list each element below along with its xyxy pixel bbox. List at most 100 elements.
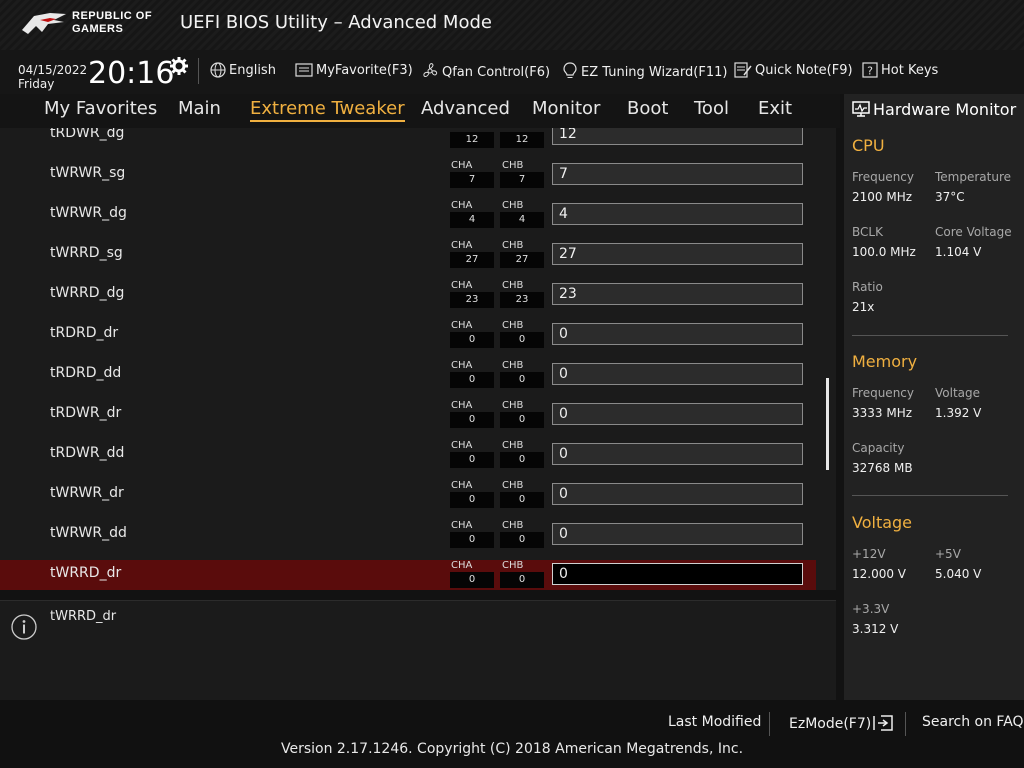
hot-keys-button[interactable]: ? Hot Keys (862, 62, 938, 78)
logo-line-2: GAMERS (72, 23, 124, 35)
chb-value: 0 (500, 332, 544, 348)
chb-label: CHB (502, 440, 524, 451)
timing-value-input[interactable]: 0 (552, 563, 803, 585)
timing-row[interactable]: tWRWR_dd CHA CHB 0 0 0 (0, 520, 816, 550)
chb-value: 27 (500, 252, 544, 268)
chb-value: 0 (500, 572, 544, 588)
section-divider (852, 335, 1008, 336)
search-faq-button[interactable]: Search on FAQ (922, 714, 1024, 730)
tab-monitor[interactable]: Monitor (532, 98, 600, 119)
language-selector[interactable]: English (210, 62, 276, 78)
timing-row[interactable]: tWRWR_sg CHA CHB 7 7 7 (0, 160, 816, 190)
v5-value: 5.040 V (935, 567, 982, 581)
cpu-frequency-label: Frequency (852, 170, 914, 184)
my-favorite-label: MyFavorite(F3) (316, 63, 413, 78)
cha-value: 0 (450, 412, 494, 428)
my-favorite-button[interactable]: MyFavorite(F3) (295, 62, 413, 78)
gear-icon[interactable] (170, 57, 188, 75)
chb-value: 7 (500, 172, 544, 188)
cha-label: CHA (451, 440, 473, 451)
tab-exit[interactable]: Exit (758, 98, 792, 119)
divider (905, 712, 906, 736)
timing-name: tWRWR_dg (50, 205, 127, 221)
cpu-frequency-value: 2100 MHz (852, 190, 913, 204)
timing-row[interactable]: tWRWR_dg CHA CHB 4 4 4 (0, 200, 816, 230)
chb-value: 12 (500, 132, 544, 148)
timing-value-input[interactable]: 0 (552, 403, 803, 425)
monitor-icon (852, 101, 870, 117)
timing-value-input[interactable]: 4 (552, 203, 803, 225)
qfan-control-button[interactable]: Qfan Control(F6) (421, 62, 550, 80)
timing-value-input[interactable]: 12 (552, 128, 803, 145)
timing-value-input[interactable]: 0 (552, 323, 803, 345)
hardware-monitor-title-text: Hardware Monitor (873, 100, 1017, 119)
cha-value: 12 (450, 132, 494, 148)
memory-voltage-label: Voltage (935, 386, 981, 400)
cha-value: 0 (450, 372, 494, 388)
tab-tool[interactable]: Tool (694, 98, 729, 119)
chb-label: CHB (502, 480, 524, 491)
timing-row[interactable]: tWRWR_dr CHA CHB 0 0 0 (0, 480, 816, 510)
timing-value-input[interactable]: 0 (552, 523, 803, 545)
tab-extreme-tweaker[interactable]: Extreme Tweaker (250, 98, 405, 122)
chb-label: CHB (502, 400, 524, 411)
timing-row[interactable]: tWRRD_sg CHA CHB 27 27 27 (0, 240, 816, 270)
rog-eye-icon (22, 13, 66, 34)
tab-advanced[interactable]: Advanced (421, 98, 510, 119)
memory-capacity-value: 32768 MB (852, 461, 913, 475)
logo-line-1: REPUBLIC OF (72, 10, 153, 22)
timing-row[interactable]: tRDWR_dd CHA CHB 0 0 0 (0, 440, 816, 470)
timing-value-input[interactable]: 7 (552, 163, 803, 185)
cha-label: CHA (451, 280, 473, 291)
ez-tuning-wizard-button[interactable]: EZ Tuning Wizard(F11) (562, 62, 727, 80)
timing-row[interactable]: tRDWR_dgCHACHB121212 (0, 128, 816, 150)
cha-label: CHA (451, 160, 473, 171)
globe-icon (210, 62, 226, 78)
last-modified-button[interactable]: Last Modified (668, 714, 761, 730)
tab-main[interactable]: Main (178, 98, 221, 119)
timing-row[interactable]: tWRRD_dg CHA CHB 23 23 23 (0, 280, 816, 310)
timing-row[interactable]: tRDRD_dd CHA CHB 0 0 0 (0, 360, 816, 390)
cha-label: CHA (451, 400, 473, 411)
timing-name: tRDRD_dd (50, 365, 122, 381)
cha-value: 4 (450, 212, 494, 228)
bclk-label: BCLK (852, 225, 883, 239)
cpu-heading: CPU (852, 136, 885, 155)
scrollbar-thumb[interactable] (826, 378, 829, 470)
cpu-temperature-value: 37°C (935, 190, 965, 204)
divider (769, 712, 770, 736)
quick-note-button[interactable]: Quick Note(F9) (734, 62, 853, 78)
timing-row[interactable]: tRDRD_dr CHA CHB 0 0 0 (0, 320, 816, 350)
timing-value-input[interactable]: 0 (552, 483, 803, 505)
tab-my-favorites[interactable]: My Favorites (44, 98, 157, 119)
timing-name: tWRWR_sg (50, 165, 126, 181)
rog-logo: REPUBLIC OF GAMERS (20, 8, 170, 40)
timing-value-input[interactable]: 27 (552, 243, 803, 265)
timing-value-input[interactable]: 0 (552, 363, 803, 385)
cha-label: CHA (451, 128, 472, 131)
timing-row[interactable]: tWRRD_dr CHA CHB 0 0 0 (0, 560, 816, 590)
ratio-label: Ratio (852, 280, 883, 294)
core-voltage-value: 1.104 V (935, 245, 982, 259)
timing-name: tWRRD_dr (50, 565, 122, 581)
timing-name: tRDRD_dr (50, 325, 119, 341)
chb-value: 23 (500, 292, 544, 308)
ezmode-label: EzMode(F7) (789, 716, 872, 732)
info-icon (11, 614, 37, 640)
ezmode-button[interactable]: EzMode(F7) (789, 714, 894, 732)
exit-arrow-icon (873, 715, 893, 731)
quick-note-label: Quick Note(F9) (755, 63, 853, 78)
timing-name: tRDWR_dg (50, 128, 125, 141)
timing-value-input[interactable]: 23 (552, 283, 803, 305)
date-label: 04/15/2022 (18, 63, 88, 77)
timing-value-input[interactable]: 0 (552, 443, 803, 465)
memory-heading: Memory (852, 352, 918, 371)
chb-value: 0 (500, 412, 544, 428)
tab-boot[interactable]: Boot (627, 98, 668, 119)
clock-time[interactable]: 20:16 (88, 56, 174, 91)
cha-value: 27 (450, 252, 494, 268)
timing-row[interactable]: tRDWR_dr CHA CHB 0 0 0 (0, 400, 816, 430)
cha-label: CHA (451, 320, 473, 331)
chb-value: 0 (500, 492, 544, 508)
cha-label: CHA (451, 560, 473, 571)
